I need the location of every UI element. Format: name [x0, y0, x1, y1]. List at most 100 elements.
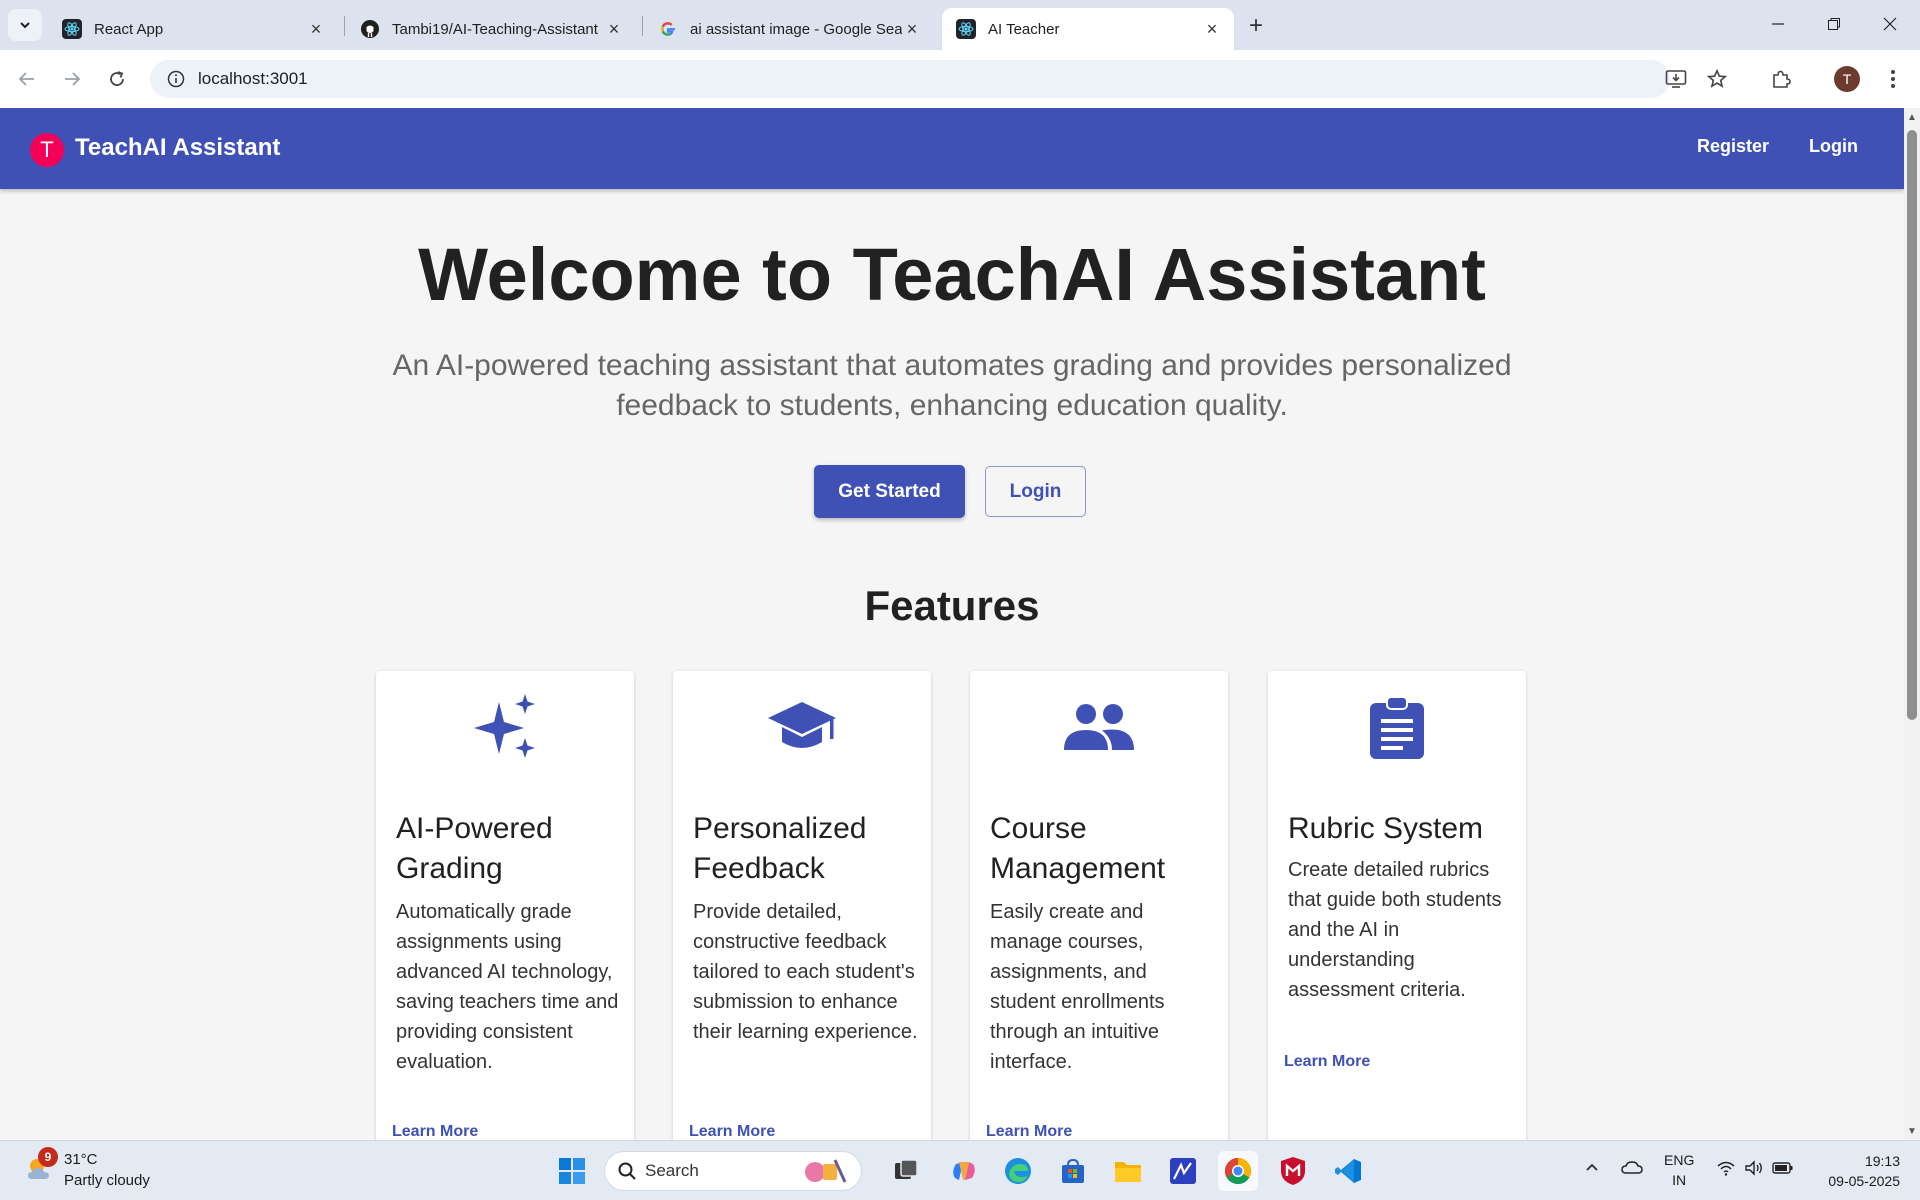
- taskbar-search[interactable]: Search: [604, 1151, 862, 1191]
- clock-date: 09-05-2025: [1828, 1173, 1900, 1189]
- feature-description: Provide detailed, constructive feedback …: [693, 901, 918, 1043]
- forward-button[interactable]: [55, 62, 89, 96]
- onedrive-button[interactable]: [1620, 1157, 1644, 1180]
- bookmark-button[interactable]: [1700, 62, 1734, 96]
- scroll-down-icon[interactable]: ▼: [1907, 1126, 1917, 1137]
- chrome-button[interactable]: [1218, 1151, 1258, 1191]
- vscode-button[interactable]: [1328, 1151, 1368, 1191]
- scrollbar-thumb[interactable]: [1907, 130, 1917, 720]
- language-code: ENG: [1664, 1152, 1695, 1168]
- mcafee-button[interactable]: [1273, 1151, 1313, 1191]
- close-icon[interactable]: ×: [306, 19, 326, 39]
- tab-title: Tambi19/AI-Teaching-Assistant: [392, 20, 598, 38]
- arrow-right-icon: [65, 72, 81, 86]
- brand-logo[interactable]: T: [30, 133, 64, 167]
- tab-search-button[interactable]: [8, 9, 42, 41]
- feature-card-ai-grading: AI-Powered Grading Automatically grade a…: [376, 671, 634, 1140]
- minimize-icon: [1772, 23, 1784, 25]
- pen-app-icon: [1170, 1158, 1196, 1184]
- page-scrollbar[interactable]: ▲ ▼: [1904, 108, 1920, 1140]
- feature-card-rubric-system: Rubric System Create detailed rubrics th…: [1268, 671, 1526, 1140]
- learn-more-link[interactable]: Learn More: [392, 1123, 478, 1140]
- start-button[interactable]: [552, 1151, 592, 1191]
- address-bar[interactable]: localhost:3001: [150, 60, 1670, 98]
- reload-icon: [110, 71, 124, 86]
- arrow-left-icon: [18, 72, 34, 86]
- hero-login-button[interactable]: Login: [985, 466, 1086, 517]
- learn-more-link[interactable]: Learn More: [986, 1123, 1072, 1140]
- restore-button[interactable]: [1806, 0, 1862, 48]
- browser-toolbar: localhost:3001 T: [0, 50, 1920, 108]
- menu-button[interactable]: [1876, 62, 1910, 96]
- learn-more-link[interactable]: Learn More: [689, 1123, 775, 1140]
- github-icon: [360, 19, 380, 39]
- language-indicator[interactable]: ENG IN: [1664, 1150, 1694, 1190]
- new-tab-button[interactable]: +: [1240, 10, 1272, 42]
- tab-separator: [344, 16, 345, 36]
- minimize-button[interactable]: [1750, 0, 1806, 48]
- register-link[interactable]: Register: [1697, 136, 1769, 157]
- feature-title: AI-Powered Grading: [396, 812, 553, 885]
- scroll-up-icon[interactable]: ▲: [1907, 112, 1917, 123]
- restore-icon: [1828, 18, 1840, 30]
- weather-temp: 31°C: [64, 1151, 98, 1168]
- extensions-button[interactable]: [1764, 62, 1798, 96]
- tab-ai-teacher[interactable]: AI Teacher ×: [942, 8, 1234, 50]
- tab-github[interactable]: Tambi19/AI-Teaching-Assistant ×: [346, 8, 636, 50]
- copilot-button[interactable]: [944, 1151, 984, 1191]
- close-window-button[interactable]: [1862, 0, 1918, 48]
- site-info-icon[interactable]: [154, 70, 198, 88]
- tab-title: AI Teacher: [988, 20, 1060, 38]
- system-clock[interactable]: 19:13 09-05-2025: [1800, 1151, 1900, 1191]
- back-button[interactable]: [10, 62, 44, 96]
- feature-description: Automatically grade assignments using ad…: [396, 901, 619, 1073]
- weather-desc: Partly cloudy: [64, 1172, 150, 1189]
- graduation-cap-icon: [673, 693, 931, 763]
- close-icon: [1883, 17, 1897, 31]
- edge-button[interactable]: [998, 1151, 1038, 1191]
- reload-button[interactable]: [100, 62, 134, 96]
- task-view-icon: [895, 1159, 918, 1179]
- chrome-icon: [1224, 1157, 1252, 1185]
- wifi-icon: [1717, 1161, 1735, 1176]
- region-code: IN: [1672, 1172, 1687, 1188]
- tab-google-search[interactable]: ai assistant image - Google Sea ×: [644, 8, 934, 50]
- edge-icon: [1005, 1158, 1031, 1184]
- learn-more-link[interactable]: Learn More: [1284, 1053, 1370, 1071]
- kebab-menu-icon: [1891, 70, 1895, 88]
- store-button[interactable]: [1053, 1151, 1093, 1191]
- windows-taskbar: 9 31°C Partly cloudy Search ENG IN 19:13…: [0, 1140, 1920, 1200]
- close-icon[interactable]: ×: [902, 19, 922, 39]
- chevron-down-icon: [20, 22, 30, 29]
- cloud-sync-icon: [1621, 1161, 1643, 1174]
- profile-avatar[interactable]: T: [1834, 66, 1860, 92]
- clock-time: 19:13: [1864, 1153, 1900, 1169]
- app-button[interactable]: [1163, 1151, 1203, 1191]
- quick-settings-button[interactable]: [1716, 1159, 1794, 1180]
- get-started-button[interactable]: Get Started: [814, 465, 965, 518]
- install-app-button[interactable]: [1659, 62, 1693, 96]
- search-icon: [618, 1162, 636, 1180]
- hero-subtitle: An AI-powered teaching assistant that au…: [392, 349, 1512, 422]
- google-icon: [658, 19, 678, 39]
- close-icon[interactable]: ×: [1202, 19, 1222, 39]
- close-icon[interactable]: ×: [604, 19, 624, 39]
- tab-react-app[interactable]: React App ×: [48, 8, 338, 50]
- tab-strip: React App × Tambi19/AI-Teaching-Assistan…: [0, 0, 1920, 50]
- plus-icon: +: [1248, 12, 1263, 39]
- chevron-up-icon: [1586, 1163, 1598, 1171]
- clipboard-icon: [1268, 693, 1526, 763]
- feature-card-personalized-feedback: Personalized Feedback Provide detailed, …: [673, 671, 931, 1140]
- tray-overflow-button[interactable]: [1584, 1159, 1600, 1178]
- search-label: Search: [645, 1161, 699, 1180]
- install-icon: [1665, 70, 1687, 88]
- url-text: localhost:3001: [198, 69, 308, 88]
- feature-title: Personalized Feedback: [693, 812, 867, 885]
- task-view-button[interactable]: [886, 1151, 926, 1191]
- brand-name[interactable]: TeachAI Assistant: [75, 134, 280, 162]
- file-explorer-button[interactable]: [1108, 1151, 1148, 1191]
- tab-title: React App: [94, 20, 164, 38]
- copilot-icon: [953, 1162, 975, 1180]
- login-link[interactable]: Login: [1809, 136, 1858, 157]
- tab-separator: [642, 16, 643, 36]
